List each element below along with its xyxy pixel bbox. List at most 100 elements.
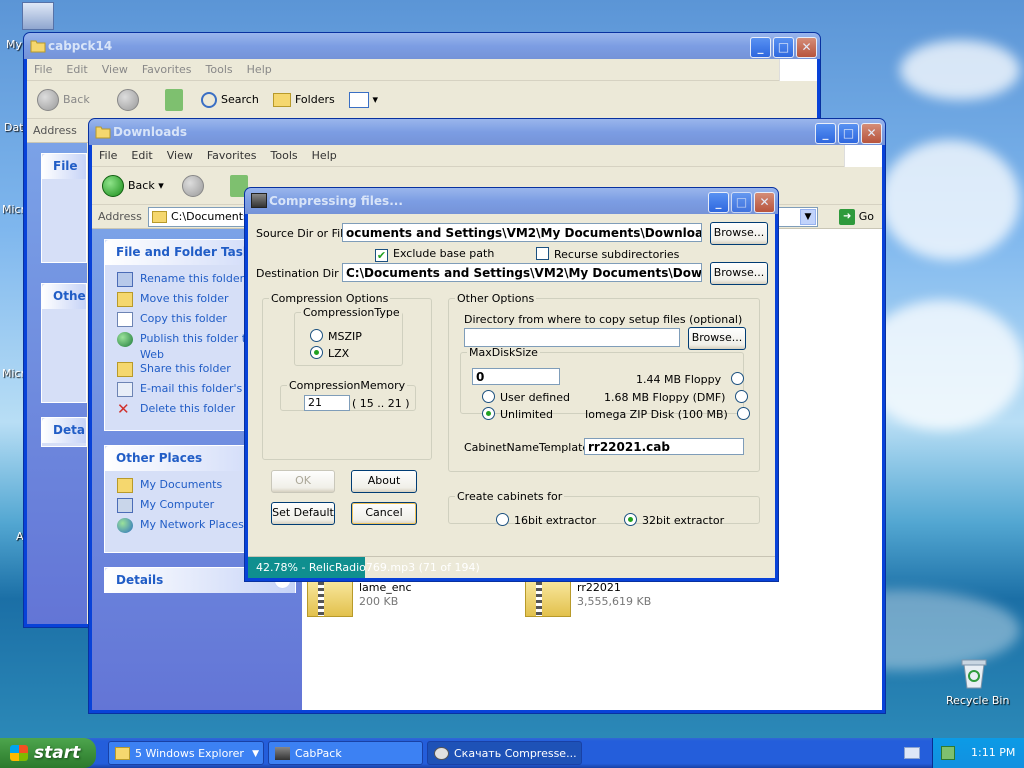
desktop-label-my: My [6,38,23,51]
menu-help[interactable]: Help [240,59,279,80]
source-input[interactable]: ocuments and Settings\VM2\My Documents\D… [342,223,702,242]
task-section-header[interactable]: Deta [42,418,86,443]
move-icon [117,292,133,307]
close-button[interactable]: ✕ [754,192,775,213]
cabinet-name-input[interactable]: rr22021.cab [584,438,744,455]
up-folder-button[interactable] [165,89,187,111]
desktop-label-micr-1: Micr [2,203,26,216]
close-button[interactable]: ✕ [861,123,882,144]
go-button[interactable]: ➜ Go [839,208,874,226]
start-button[interactable]: start [0,738,96,768]
destination-browse-button[interactable]: Browse... [710,262,768,285]
menu-file[interactable]: File [92,145,124,166]
source-browse-button[interactable]: Browse... [710,222,768,245]
cancel-button[interactable]: Cancel [351,502,417,525]
folder-icon [115,747,130,760]
menu-tools[interactable]: Tools [199,59,240,80]
minimize-button[interactable]: _ [708,192,729,213]
globe-icon [117,332,133,347]
source-label: Source Dir or File [256,227,350,240]
chevron-down-icon: ▼ [252,749,259,759]
dialog-title: Compressing files... [269,194,403,208]
go-arrow-icon: ➜ [839,209,856,225]
taskbar-cabpack[interactable]: CabPack [268,741,423,765]
compression-memory-input[interactable]: 21 [304,395,350,411]
email-icon [117,382,133,397]
folder-icon [30,40,46,53]
window-title: cabpck14 [48,39,113,53]
radio-off-icon [737,407,751,420]
keyboard-language-icon[interactable] [904,747,920,759]
clock[interactable]: 1:11 PM [971,738,1015,768]
16bit-extractor-radio[interactable]: 16bit extractor [496,513,596,527]
task-section-header[interactable]: Othe [42,284,86,309]
compression-options-title: Compression Options [271,292,389,305]
dialog-title-bar[interactable]: Compressing files... _ □ ✕ [245,188,778,214]
file-name: rr22021 [577,581,621,594]
views-button[interactable]: ▾ [349,89,378,111]
floppy-168-radio[interactable]: 1.68 MB Floppy (DMF) [604,390,748,404]
set-default-button[interactable]: Set Default [271,502,335,525]
menu-file[interactable]: File [27,59,59,80]
task-pane: File Othe Deta [27,143,87,624]
menu-edit[interactable]: Edit [59,59,94,80]
menu-favorites[interactable]: Favorites [200,145,264,166]
radio-off-icon [482,390,495,403]
network-tray-icon[interactable] [941,746,955,760]
title-bar[interactable]: cabpck14 _ □ ✕ [24,33,820,59]
user-defined-radio[interactable]: User defined [482,390,570,404]
forward-button[interactable] [182,175,208,197]
computer-icon [117,498,133,513]
minimize-button[interactable]: _ [750,37,771,58]
mszip-radio[interactable]: MSZIP [310,329,362,343]
minimize-button[interactable]: _ [815,123,836,144]
windows-logo-icon [10,745,28,761]
menu-view[interactable]: View [160,145,200,166]
progress-text: 42.78% - RelicRadio769.mp3 (71 of 194) [256,561,480,574]
recurse-subdirectories-checkbox[interactable]: Recurse subdirectories [536,247,679,261]
floppy-144-radio[interactable]: 1.44 MB Floppy [636,372,744,386]
iomega-zip-radio[interactable]: Iomega ZIP Disk (100 MB) [585,407,751,421]
search-button[interactable]: Search [201,89,259,111]
folders-button[interactable]: Folders [273,89,335,111]
back-button[interactable]: Back [37,89,90,111]
windows-flag-icon [779,59,817,81]
menu-tools[interactable]: Tools [264,145,305,166]
close-button[interactable]: ✕ [796,37,817,58]
lzx-radio[interactable]: LZX [310,346,349,360]
my-computer-desktop-icon[interactable] [22,2,54,30]
folders-icon [273,93,291,107]
file-item[interactable]: rr22021 3,555,619 KB [525,581,705,621]
cabpack-app-icon [275,747,290,760]
windows-flag-icon [844,145,882,167]
taskbar-windows-explorer[interactable]: 5 Windows Explorer ▼ [108,741,264,765]
title-bar[interactable]: Downloads _ □ ✕ [89,119,885,145]
unlimited-radio[interactable]: Unlimited [482,407,553,421]
address-dropdown-button[interactable]: ▼ [800,209,816,225]
destination-input[interactable]: C:\Documents and Settings\VM2\My Documen… [342,263,702,282]
maximize-button[interactable]: □ [838,123,859,144]
forward-button[interactable] [117,89,143,111]
recycle-bin-icon[interactable] [958,656,990,690]
file-item[interactable]: lame_enc 200 KB [307,581,467,621]
maximize-button[interactable]: □ [773,37,794,58]
32bit-extractor-radio[interactable]: 32bit extractor [624,513,724,527]
menu-help[interactable]: Help [305,145,344,166]
folder-icon [152,211,167,223]
compressing-files-dialog[interactable]: Compressing files... _ □ ✕ Source Dir or… [244,187,779,582]
menu-favorites[interactable]: Favorites [135,59,199,80]
maxdisksize-input[interactable]: 0 [472,368,560,385]
about-button[interactable]: About [351,470,417,493]
taskbar-download-window[interactable]: Скачать Compresse... [427,741,582,765]
address-label: Address [33,124,77,137]
menu-edit[interactable]: Edit [124,145,159,166]
maximize-button[interactable]: □ [731,192,752,213]
menu-view[interactable]: View [95,59,135,80]
exclude-base-path-checkbox[interactable]: ✔ Exclude base path [375,247,494,262]
task-section-header[interactable]: File [42,154,86,179]
setup-dir-input[interactable] [464,328,680,347]
ok-button[interactable]: OK [271,470,335,493]
views-icon [349,92,369,108]
back-button[interactable]: Back ▾ [102,175,164,197]
file-size: 3,555,619 KB [577,595,652,608]
